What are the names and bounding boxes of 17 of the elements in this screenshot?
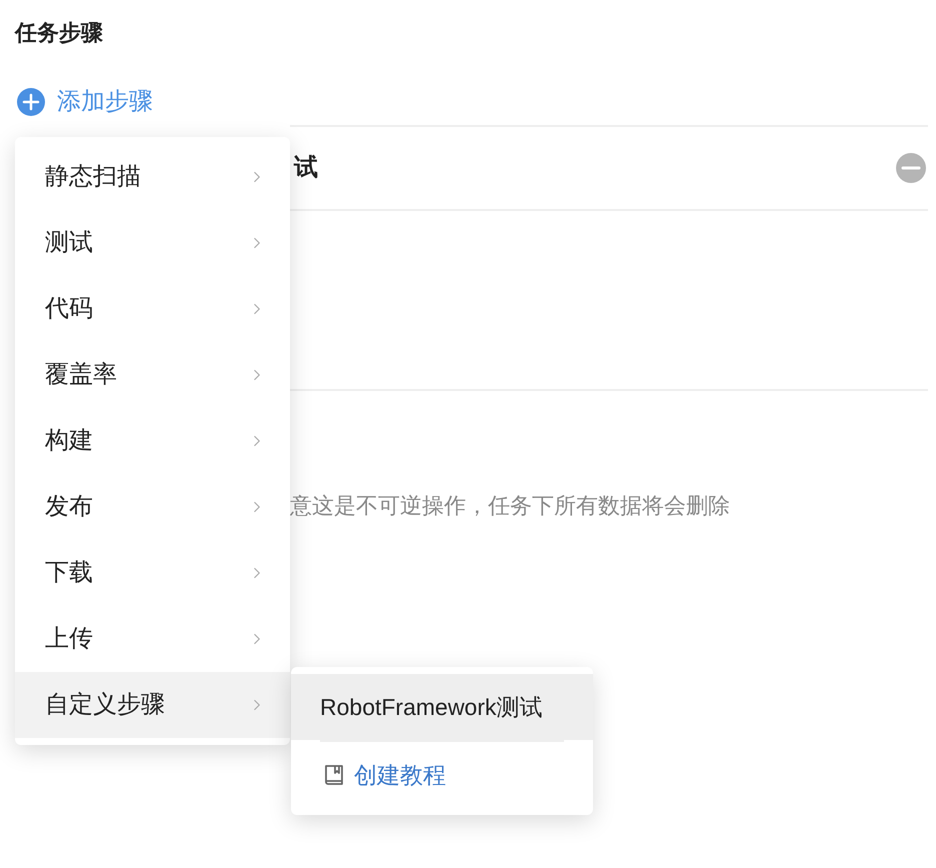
menu-item[interactable]: 自定义步骤 [15, 672, 290, 738]
menu-item[interactable]: 代码 [15, 276, 290, 342]
menu-item[interactable]: 静态扫描 [15, 144, 290, 210]
menu-item[interactable]: 上传 [15, 606, 290, 672]
section-title: 任务步骤 [15, 19, 103, 47]
warning-text: 意这是不可逆操作，任务下所有数据将会删除 [290, 493, 730, 518]
step-name: 试 [294, 153, 318, 183]
tutorial-link[interactable]: 创建教程 [291, 742, 479, 808]
menu-item[interactable]: 下载 [15, 540, 290, 606]
menu-item[interactable]: 测试 [15, 210, 290, 276]
plus-icon [17, 88, 45, 116]
remove-icon[interactable] [896, 153, 926, 183]
menu-item[interactable]: 发布 [15, 474, 290, 540]
submenu-item[interactable]: RobotFramework测试 [291, 674, 593, 740]
book-icon [324, 764, 344, 786]
menu-item[interactable]: 覆盖率 [15, 342, 290, 408]
menu-item[interactable]: 构建 [15, 408, 290, 474]
